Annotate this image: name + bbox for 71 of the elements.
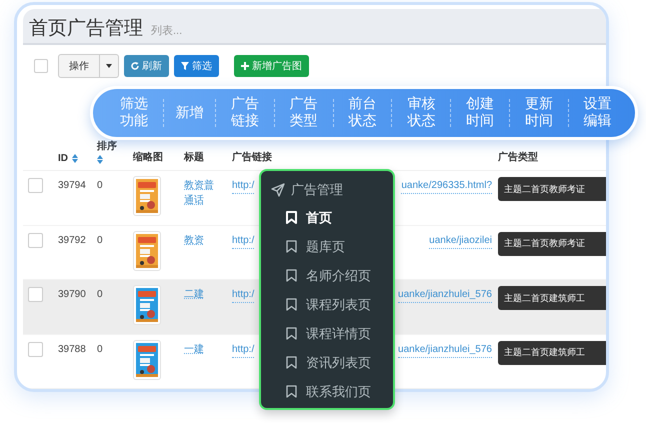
type-label: 主题二首页建筑师工 bbox=[498, 286, 606, 310]
menu-item[interactable]: 联系我们页 bbox=[261, 377, 393, 406]
column-header: 标题 bbox=[184, 150, 205, 166]
select-all-checkbox[interactable] bbox=[34, 58, 48, 73]
row-checkbox[interactable] bbox=[28, 178, 43, 194]
bookmark-icon bbox=[286, 327, 297, 340]
type-label: 主题二首页教师考证 bbox=[498, 232, 606, 256]
ad-link[interactable]: http:/ bbox=[232, 234, 254, 249]
ad-link[interactable]: http:/ bbox=[232, 289, 254, 304]
banner-label: 更新时间 bbox=[524, 96, 554, 130]
bookmark-icon bbox=[286, 298, 297, 311]
bookmark-icon bbox=[286, 269, 297, 282]
ad-link[interactable]: uanke/jiaozilei bbox=[429, 234, 492, 249]
banner-label: 创建时间 bbox=[465, 96, 496, 130]
column-header: 缩略图 bbox=[133, 150, 164, 166]
table-cell-text: 0 bbox=[97, 289, 104, 300]
refresh-icon bbox=[131, 62, 139, 70]
table-cell-text: 0 bbox=[97, 344, 104, 355]
menu-title: 广告管理 bbox=[291, 182, 343, 199]
plus-icon bbox=[241, 62, 249, 70]
column-header[interactable]: 排序 bbox=[97, 139, 133, 170]
sort-icon bbox=[72, 154, 78, 164]
menu-item[interactable]: 课程列表页 bbox=[261, 290, 393, 319]
column-header: 广告链接 bbox=[232, 150, 273, 166]
banner-label: 广告类型 bbox=[288, 96, 319, 130]
menu-item[interactable]: 首页 bbox=[261, 203, 393, 232]
column-header: 广告类型 bbox=[498, 150, 539, 166]
sort-icon bbox=[97, 155, 103, 164]
menu-item[interactable]: 课程详情页 bbox=[261, 319, 393, 348]
ad-link[interactable]: http:/ bbox=[232, 180, 254, 194]
menu-item[interactable]: 名师介绍页 bbox=[261, 261, 393, 290]
refresh-button[interactable]: 刷新 bbox=[124, 54, 169, 77]
bookmark-icon bbox=[286, 356, 297, 369]
row-checkbox[interactable] bbox=[28, 232, 43, 248]
row-checkbox[interactable] bbox=[28, 342, 43, 357]
bookmark-icon bbox=[286, 240, 297, 253]
filter-button[interactable]: 筛选 bbox=[174, 54, 219, 77]
type-label: 主题二首页教师考证 bbox=[498, 177, 606, 202]
title-link[interactable]: 一建 bbox=[184, 342, 214, 357]
banner-label: 广告链接 bbox=[230, 96, 260, 130]
table-cell-text: 0 bbox=[97, 180, 104, 192]
table-cell-text: 39794 bbox=[58, 180, 87, 192]
ad-link[interactable]: uanke/jianzhulei_576 bbox=[398, 344, 492, 358]
ad-link[interactable]: uanke/jianzhulei_576 bbox=[398, 289, 492, 304]
menu-item[interactable]: 资讯列表页 bbox=[261, 348, 393, 377]
row-checkbox[interactable] bbox=[28, 287, 43, 302]
page-title: 首页广告管理 bbox=[29, 17, 143, 41]
title-link[interactable]: 教资普通话 bbox=[184, 178, 214, 208]
add-button[interactable]: 新增广告图 bbox=[234, 54, 309, 77]
bookmark-icon bbox=[286, 211, 297, 224]
ad-link[interactable]: uanke/296335.html? bbox=[401, 180, 492, 194]
title-link[interactable]: 教资 bbox=[184, 232, 214, 248]
column-header[interactable]: ID bbox=[58, 153, 97, 170]
title-link[interactable]: 二建 bbox=[184, 287, 214, 302]
banner-label: 前台状态 bbox=[347, 96, 378, 130]
banner-label: 审核状态 bbox=[406, 96, 436, 130]
banner-label: 新增 bbox=[176, 104, 204, 122]
page-subtitle: 列表... bbox=[151, 24, 182, 38]
send-icon bbox=[271, 183, 285, 197]
caret-icon bbox=[106, 64, 112, 68]
banner-label: 设置编辑 bbox=[582, 96, 613, 130]
bookmark-icon bbox=[286, 385, 297, 398]
ad-link[interactable]: http:/ bbox=[232, 344, 254, 358]
table-cell-text: 39790 bbox=[58, 289, 87, 300]
table-cell-text: 39788 bbox=[58, 344, 87, 355]
type-label: 主题二首页建筑师工 bbox=[498, 340, 606, 365]
filter-icon bbox=[181, 62, 189, 70]
menu-item[interactable]: 题库页 bbox=[261, 232, 393, 261]
table-cell-text: 0 bbox=[97, 234, 104, 246]
banner-label: 筛选功能 bbox=[119, 96, 150, 130]
table-cell-text: 39792 bbox=[58, 234, 87, 246]
